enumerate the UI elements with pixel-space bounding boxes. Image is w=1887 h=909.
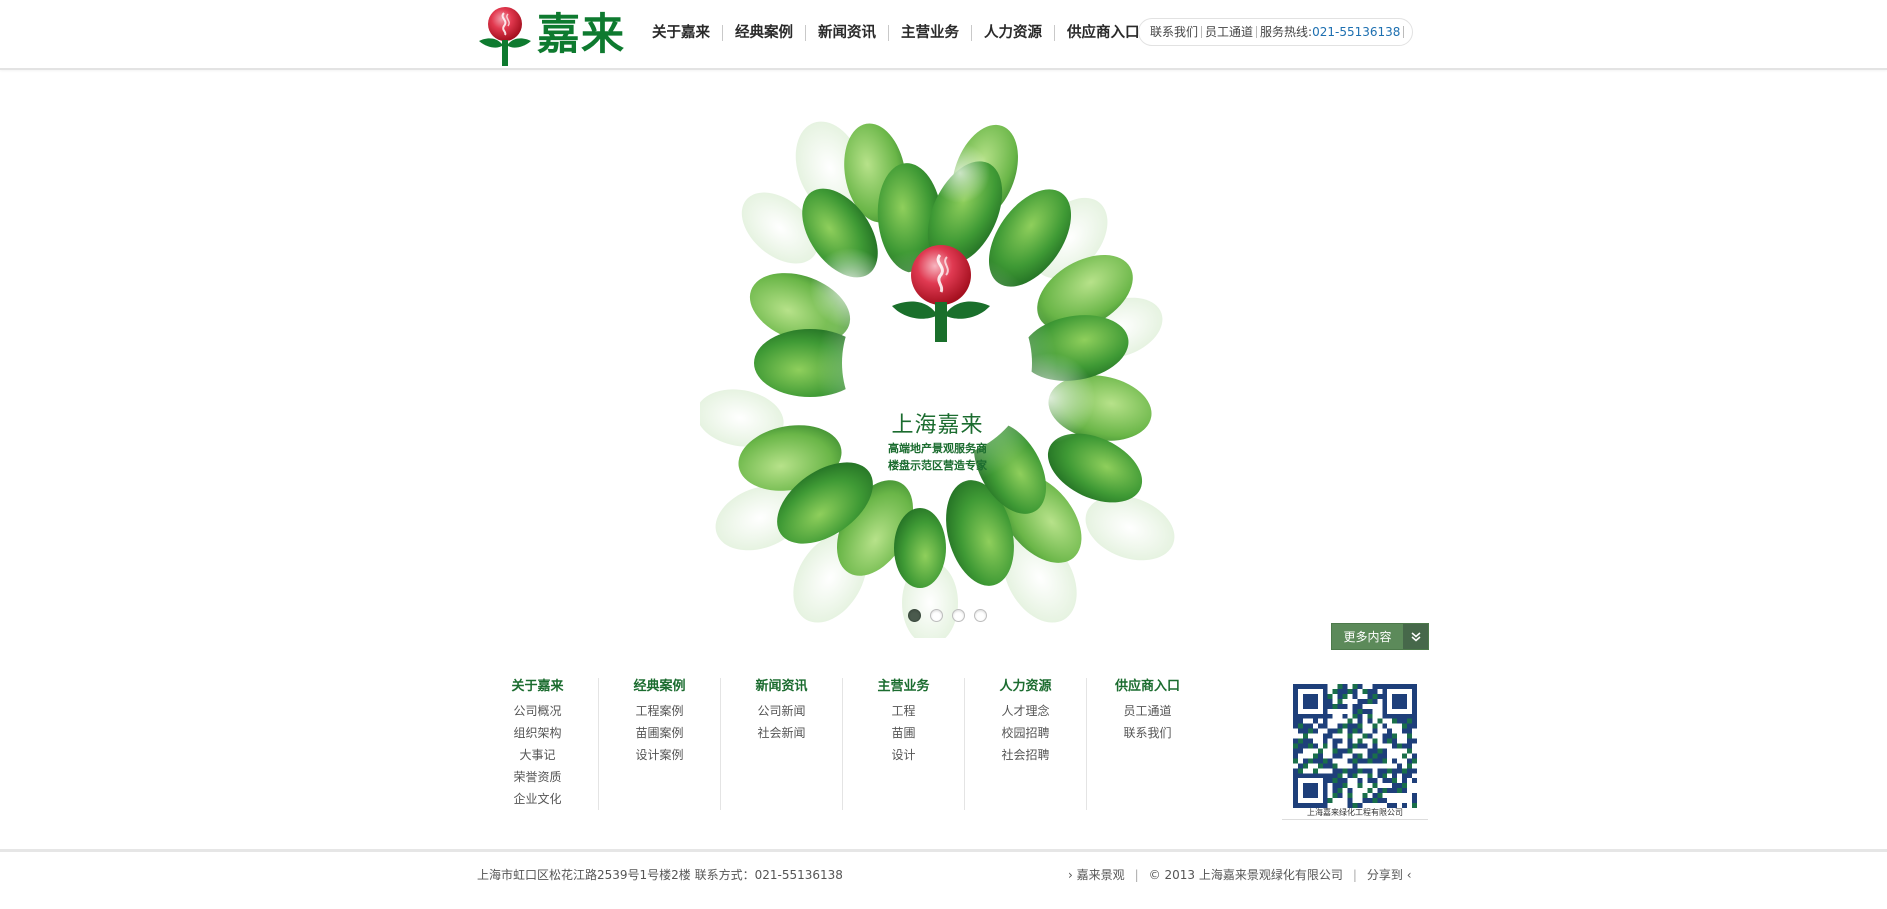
nav-hr[interactable]: 人力资源 xyxy=(972,25,1055,41)
more-content-button[interactable]: 更多内容 xyxy=(1331,623,1429,650)
footer-link[interactable]: 荣誉资质 xyxy=(477,766,598,788)
footer-link[interactable]: 设计案例 xyxy=(599,744,720,766)
footer-link[interactable]: 人才理念 xyxy=(965,700,1086,722)
footer-link[interactable]: 苗圃 xyxy=(843,722,964,744)
nav-news[interactable]: 新闻资讯 xyxy=(806,25,889,41)
footer-col-title[interactable]: 主营业务 xyxy=(843,678,964,695)
divider: | xyxy=(1352,867,1357,882)
top-links-bar: 联系我们 员工通道 服务热线:021-55136138 xyxy=(1138,18,1414,46)
flower-logo-icon xyxy=(479,7,531,66)
nav-cases[interactable]: 经典案例 xyxy=(723,25,806,41)
more-content-label: 更多内容 xyxy=(1343,630,1392,644)
banner-slogan-2: 楼盘示范区营造专家 xyxy=(888,459,987,472)
footer-link[interactable]: 社会新闻 xyxy=(721,722,842,744)
jialai-landscape-link[interactable]: › 嘉来景观 xyxy=(1068,866,1125,883)
logo-text: 嘉来 xyxy=(537,10,625,60)
slider-dot-3[interactable] xyxy=(952,609,965,622)
site-logo[interactable]: 嘉来 xyxy=(477,4,629,68)
footer-link[interactable]: 校园招聘 xyxy=(965,722,1086,744)
footer-link-columns: 关于嘉来 公司概况 组织架构 大事记 荣誉资质 企业文化 经典案例 工程案例 苗… xyxy=(477,678,1208,810)
nav-about[interactable]: 关于嘉来 xyxy=(640,25,723,41)
footer-link[interactable]: 公司概况 xyxy=(477,700,598,722)
footer-link[interactable]: 大事记 xyxy=(477,744,598,766)
share-link[interactable]: 分享到 ‹ xyxy=(1367,866,1412,883)
qr-caption: 上海嘉来绿化工程有限公司 xyxy=(1282,807,1428,820)
footer-link[interactable]: 社会招聘 xyxy=(965,744,1086,766)
bottom-right-links: › 嘉来景观 | © 2013 上海嘉来景观绿化有限公司 | 分享到 ‹ xyxy=(1068,866,1412,883)
footer-col-business: 主营业务 工程 苗圃 设计 xyxy=(843,678,965,810)
footer-link[interactable]: 设计 xyxy=(843,744,964,766)
banner-brand-name: 上海嘉来 xyxy=(891,413,984,438)
bottom-bar: 上海市虹口区松花江路2539号1号楼2楼 联系方式：021-55136138 ›… xyxy=(0,849,1887,909)
slider-dot-2[interactable] xyxy=(930,609,943,622)
site-header: 嘉来 关于嘉来 经典案例 新闻资讯 主营业务 人力资源 供应商入口 联系我们 员… xyxy=(0,0,1887,70)
contact-link[interactable]: 联系我们 xyxy=(1147,26,1203,38)
slider-dot-4[interactable] xyxy=(974,609,987,622)
leaf-wreath-image xyxy=(700,121,1175,638)
company-address: 上海市虹口区松花江路2539号1号楼2楼 联系方式：021-55136138 xyxy=(477,868,843,882)
slider-dots xyxy=(908,609,987,622)
qr-code-image xyxy=(1293,684,1417,808)
footer-col-about: 关于嘉来 公司概况 组织架构 大事记 荣誉资质 企业文化 xyxy=(477,678,599,810)
footer-link[interactable]: 工程 xyxy=(843,700,964,722)
divider: | xyxy=(1134,867,1139,882)
footer-col-title[interactable]: 供应商入口 xyxy=(1087,678,1208,695)
hero-banner[interactable]: 上海嘉来 高端地产景观服务商 楼盘示范区营造专家 xyxy=(700,108,1175,638)
copyright-text: © 2013 上海嘉来景观绿化有限公司 xyxy=(1148,868,1343,882)
hotline: 服务热线:021-55136138 xyxy=(1257,25,1405,39)
footer-col-title[interactable]: 新闻资讯 xyxy=(721,678,842,695)
hotline-number: 021-55136138 xyxy=(1312,25,1401,39)
footer-link[interactable]: 企业文化 xyxy=(477,788,598,810)
nav-business[interactable]: 主营业务 xyxy=(889,25,972,41)
nav-supplier[interactable]: 供应商入口 xyxy=(1055,25,1152,41)
footer-link[interactable]: 组织架构 xyxy=(477,722,598,744)
footer-link[interactable]: 工程案例 xyxy=(599,700,720,722)
footer-link[interactable]: 员工通道 xyxy=(1087,700,1208,722)
footer-col-title[interactable]: 经典案例 xyxy=(599,678,720,695)
footer-link[interactable]: 联系我们 xyxy=(1087,722,1208,744)
footer-col-news: 新闻资讯 公司新闻 社会新闻 xyxy=(721,678,843,810)
staff-link[interactable]: 员工通道 xyxy=(1202,26,1258,38)
slider-dot-1[interactable] xyxy=(908,609,921,622)
double-chevron-down-icon xyxy=(1403,624,1428,649)
hotline-label: 服务热线: xyxy=(1260,25,1313,39)
footer-col-title[interactable]: 人力资源 xyxy=(965,678,1086,695)
main-nav: 关于嘉来 经典案例 新闻资讯 主营业务 人力资源 供应商入口 xyxy=(640,18,1152,48)
footer-col-cases: 经典案例 工程案例 苗圃案例 设计案例 xyxy=(599,678,721,810)
banner-slogan-1: 高端地产景观服务商 xyxy=(888,442,987,455)
footer-link[interactable]: 公司新闻 xyxy=(721,700,842,722)
footer-col-hr: 人力资源 人才理念 校园招聘 社会招聘 xyxy=(965,678,1087,810)
footer-link[interactable]: 苗圃案例 xyxy=(599,722,720,744)
footer-col-title[interactable]: 关于嘉来 xyxy=(477,678,598,695)
footer-col-supplier: 供应商入口 员工通道 联系我们 xyxy=(1087,678,1208,810)
